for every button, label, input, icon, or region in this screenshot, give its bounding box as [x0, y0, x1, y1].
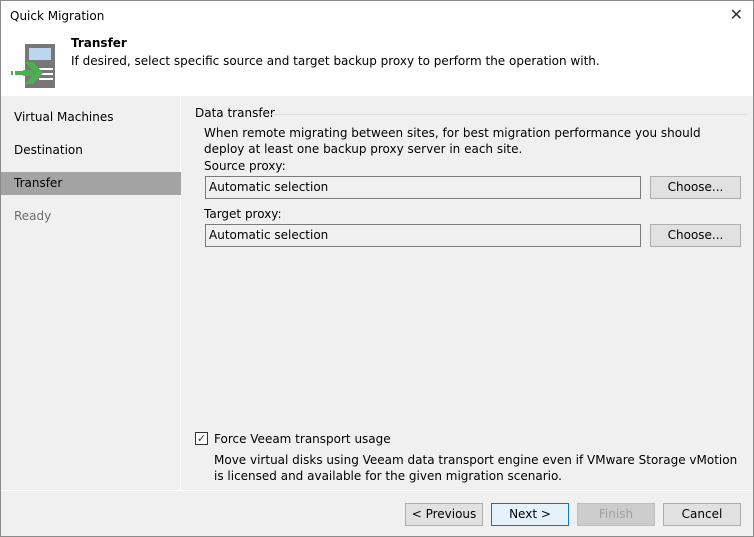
- force-veeam-transport-checkbox[interactable]: ✓: [195, 432, 208, 445]
- wizard-steps: Virtual Machines Destination Transfer Re…: [1, 96, 181, 490]
- transfer-panel: Data transfer When remote migrating betw…: [182, 96, 753, 490]
- window-title: Quick Migration: [10, 9, 105, 23]
- target-proxy-field[interactable]: Automatic selection: [205, 224, 641, 247]
- choose-target-proxy-button[interactable]: Choose...: [650, 224, 741, 247]
- step-subtitle: If desired, select specific source and t…: [71, 54, 600, 68]
- force-veeam-transport-label[interactable]: Force Veeam transport usage: [214, 431, 391, 447]
- step-transfer[interactable]: Transfer: [1, 172, 181, 195]
- next-button[interactable]: Next >: [491, 503, 569, 526]
- target-proxy-label: Target proxy:: [204, 207, 282, 221]
- step-destination[interactable]: Destination: [1, 139, 181, 162]
- previous-button[interactable]: < Previous: [405, 503, 483, 526]
- cancel-button[interactable]: Cancel: [663, 503, 741, 526]
- force-veeam-transport-description: Move virtual disks using Veeam data tran…: [214, 453, 738, 483]
- data-transfer-description: When remote migrating between sites, for…: [204, 126, 701, 156]
- data-transfer-group-label: Data transfer: [195, 106, 275, 120]
- step-title: Transfer: [71, 36, 127, 50]
- step-virtual-machines[interactable]: Virtual Machines: [1, 106, 181, 129]
- wizard-footer: < Previous Next > Finish Cancel: [1, 490, 753, 536]
- source-proxy-label: Source proxy:: [204, 159, 286, 173]
- wizard-header: Transfer If desired, select specific sou…: [1, 31, 753, 96]
- close-icon[interactable]: ✕: [730, 5, 743, 24]
- finish-button: Finish: [577, 503, 655, 526]
- title-bar: Quick Migration ✕: [1, 1, 753, 31]
- group-divider: [267, 114, 747, 115]
- choose-source-proxy-button[interactable]: Choose...: [650, 176, 741, 199]
- step-ready: Ready: [14, 209, 52, 223]
- quick-migration-window: Quick Migration ✕ Transfer If desired, s…: [0, 0, 754, 537]
- source-proxy-field[interactable]: Automatic selection: [205, 176, 641, 199]
- migration-server-icon: [11, 44, 55, 88]
